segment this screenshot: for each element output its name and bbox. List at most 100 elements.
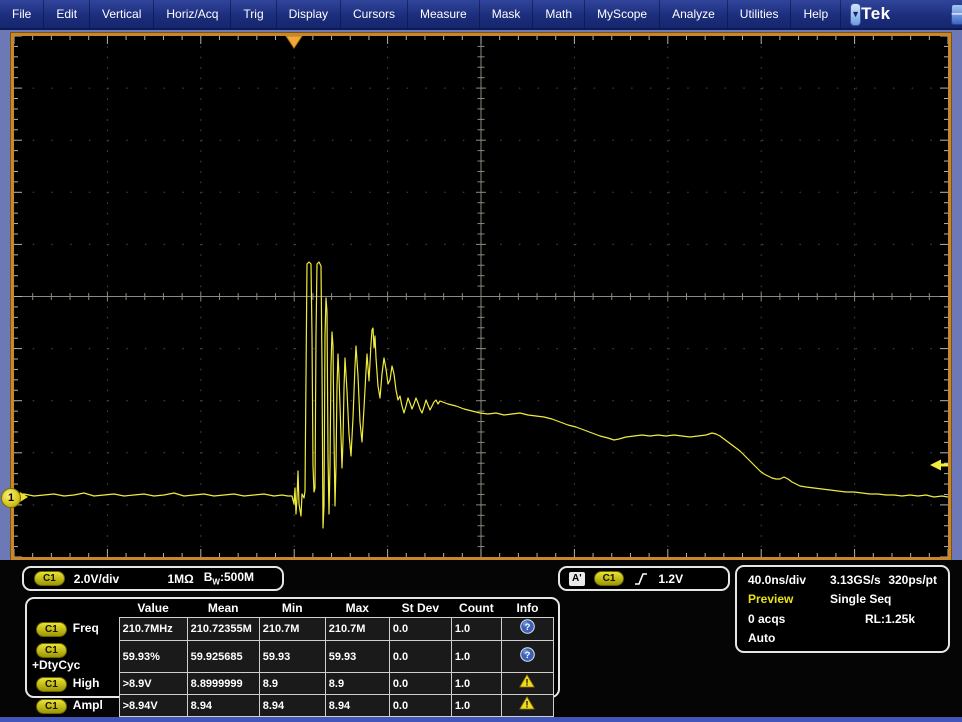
timebase-scale: 40.0ns/div bbox=[748, 573, 830, 587]
channel-badge: C1 bbox=[36, 622, 67, 637]
tek-logo: Tek bbox=[861, 4, 891, 24]
measurement-stdev: 0.0 bbox=[389, 695, 451, 717]
menu-display[interactable]: Display bbox=[277, 0, 341, 28]
bottom-readout-panel: C1 2.0V/div 1MΩ BW:500M A' C1 1.2V 40.0n… bbox=[0, 560, 962, 717]
measurement-value: 210.7MHz bbox=[119, 618, 187, 641]
rising-edge-icon bbox=[633, 571, 649, 587]
measurement-value: >8.9V bbox=[119, 673, 187, 695]
oscilloscope-screen: FileEditVerticalHoriz/AcqTrigDisplayCurs… bbox=[0, 0, 962, 722]
measurement-count: 1.0 bbox=[451, 618, 501, 641]
menu-mask[interactable]: Mask bbox=[480, 0, 534, 28]
measurement-label: C1 High bbox=[31, 673, 119, 695]
measurement-mean: 8.8999999 bbox=[187, 673, 259, 695]
svg-text:!: ! bbox=[526, 700, 529, 710]
channel-badge: C1 bbox=[36, 643, 67, 658]
trigger-level-arrow[interactable] bbox=[930, 460, 948, 471]
sample-resolution: 320ps/pt bbox=[888, 573, 937, 587]
minimize-icon: — bbox=[952, 9, 962, 20]
measurement-row-ampl: C1Ampl>8.94V8.948.948.940.01.0! bbox=[31, 695, 554, 717]
channel-1-readout[interactable]: C1 2.0V/div 1MΩ BW:500M bbox=[22, 566, 284, 591]
measurement-count: 1.0 bbox=[451, 641, 501, 673]
measurement-min: 59.93 bbox=[259, 641, 325, 673]
menu-horiz-acq[interactable]: Horiz/Acq bbox=[154, 0, 231, 28]
menu-trig[interactable]: Trig bbox=[231, 0, 276, 28]
svg-text:!: ! bbox=[526, 678, 529, 688]
measurement-max: 59.93 bbox=[325, 641, 389, 673]
menu-measure[interactable]: Measure bbox=[408, 0, 480, 28]
column-header-max: Max bbox=[325, 600, 389, 618]
info-question-icon[interactable]: ? bbox=[501, 618, 553, 641]
channel-badge: C1 bbox=[36, 699, 67, 714]
measurement-value: >8.94V bbox=[119, 695, 187, 717]
measurement-name: High bbox=[73, 676, 100, 690]
menu-math[interactable]: Math bbox=[533, 0, 585, 28]
sample-rate: 3.13GS/s bbox=[830, 573, 881, 587]
channel-scale: 2.0V/div bbox=[74, 572, 119, 586]
chevron-down-icon: ▼ bbox=[851, 9, 860, 19]
menu-myscope[interactable]: MyScope bbox=[585, 0, 660, 28]
acquisition-count: 0 acqs bbox=[748, 612, 785, 626]
acquisition-state: Preview bbox=[748, 592, 830, 606]
info-warning-icon[interactable]: ! bbox=[501, 695, 553, 717]
measurement-count: 1.0 bbox=[451, 695, 501, 717]
trigger-source-badge: A' bbox=[569, 572, 585, 586]
menu-analyze[interactable]: Analyze bbox=[660, 0, 728, 28]
measurement-max: 210.7M bbox=[325, 618, 389, 641]
column-header-mean: Mean bbox=[187, 600, 259, 618]
measurement-name: Ampl bbox=[73, 698, 103, 712]
channel-impedance: 1MΩ bbox=[167, 572, 193, 586]
measurements-header-row: ValueMeanMinMaxSt DevCountInfo bbox=[31, 600, 554, 618]
record-length: RL:1.25k bbox=[865, 612, 915, 626]
channel-1-ground-marker[interactable]: 1 bbox=[1, 488, 21, 508]
column-header-st-dev: St Dev bbox=[389, 600, 451, 618]
minimize-button[interactable]: — bbox=[951, 4, 962, 25]
svg-text:?: ? bbox=[525, 622, 531, 633]
column-header-count: Count bbox=[451, 600, 501, 618]
menu-cursors[interactable]: Cursors bbox=[341, 0, 408, 28]
measurement-row-high: C1High>8.9V8.89999998.98.90.01.0! bbox=[31, 673, 554, 695]
channel-1-marker-arrow-icon bbox=[20, 492, 28, 502]
measurements-header-spacer bbox=[31, 600, 119, 618]
measurement-row--dtycyc: C1+DtyCyc59.93%59.92568559.9359.930.01.0… bbox=[31, 641, 554, 673]
measurement-label: C1 Freq bbox=[31, 618, 119, 641]
waveform-display[interactable]: 1 bbox=[11, 33, 951, 560]
channel-badge: C1 bbox=[36, 677, 67, 692]
info-question-icon[interactable]: ? bbox=[501, 641, 553, 673]
trigger-position-marker[interactable] bbox=[286, 36, 302, 48]
trigger-channel-badge: C1 bbox=[594, 571, 625, 586]
measurement-stdev: 0.0 bbox=[389, 641, 451, 673]
trigger-readout[interactable]: A' C1 1.2V bbox=[558, 566, 730, 591]
trigger-mode: Auto bbox=[748, 631, 775, 645]
trigger-level-value: 1.2V bbox=[658, 572, 683, 586]
measurement-name: Freq bbox=[73, 621, 99, 635]
menu-file[interactable]: File bbox=[0, 0, 44, 28]
menu-help[interactable]: Help bbox=[791, 0, 841, 28]
menu-edit[interactable]: Edit bbox=[44, 0, 90, 28]
acquisition-mode: Single Seq bbox=[830, 592, 891, 606]
column-header-value: Value bbox=[119, 600, 187, 618]
measurement-min: 8.94 bbox=[259, 695, 325, 717]
measurements-panel: ValueMeanMinMaxSt DevCountInfo C1 Freq 210… bbox=[25, 597, 560, 698]
measurement-count: 1.0 bbox=[451, 673, 501, 695]
info-warning-icon[interactable]: ! bbox=[501, 673, 553, 695]
menu-vertical[interactable]: Vertical bbox=[90, 0, 154, 28]
measurement-mean: 210.72355M bbox=[187, 618, 259, 641]
measurement-label: C1+DtyCyc bbox=[31, 641, 119, 673]
measurement-max: 8.94 bbox=[325, 695, 389, 717]
column-header-min: Min bbox=[259, 600, 325, 618]
timebase-readout[interactable]: 40.0ns/div 3.13GS/s 320ps/pt Preview Sin… bbox=[735, 565, 950, 653]
menu-dropdown-button[interactable]: ▼ bbox=[850, 3, 861, 26]
measurement-min: 210.7M bbox=[259, 618, 325, 641]
svg-text:?: ? bbox=[525, 650, 531, 661]
measurement-stdev: 0.0 bbox=[389, 618, 451, 641]
measurement-mean: 59.925685 bbox=[187, 641, 259, 673]
measurement-min: 8.9 bbox=[259, 673, 325, 695]
window-bottom-edge bbox=[0, 717, 962, 722]
channel-1-marker-label: 1 bbox=[8, 492, 14, 504]
menu-utilities[interactable]: Utilities bbox=[728, 0, 792, 28]
channel-bandwidth: BW:500M bbox=[204, 570, 254, 586]
menu-bar: FileEditVerticalHoriz/AcqTrigDisplayCurs… bbox=[0, 0, 962, 30]
measurement-value: 59.93% bbox=[119, 641, 187, 673]
measurements-table: ValueMeanMinMaxSt DevCountInfo C1 Freq 210… bbox=[31, 600, 554, 717]
measurement-stdev: 0.0 bbox=[389, 673, 451, 695]
